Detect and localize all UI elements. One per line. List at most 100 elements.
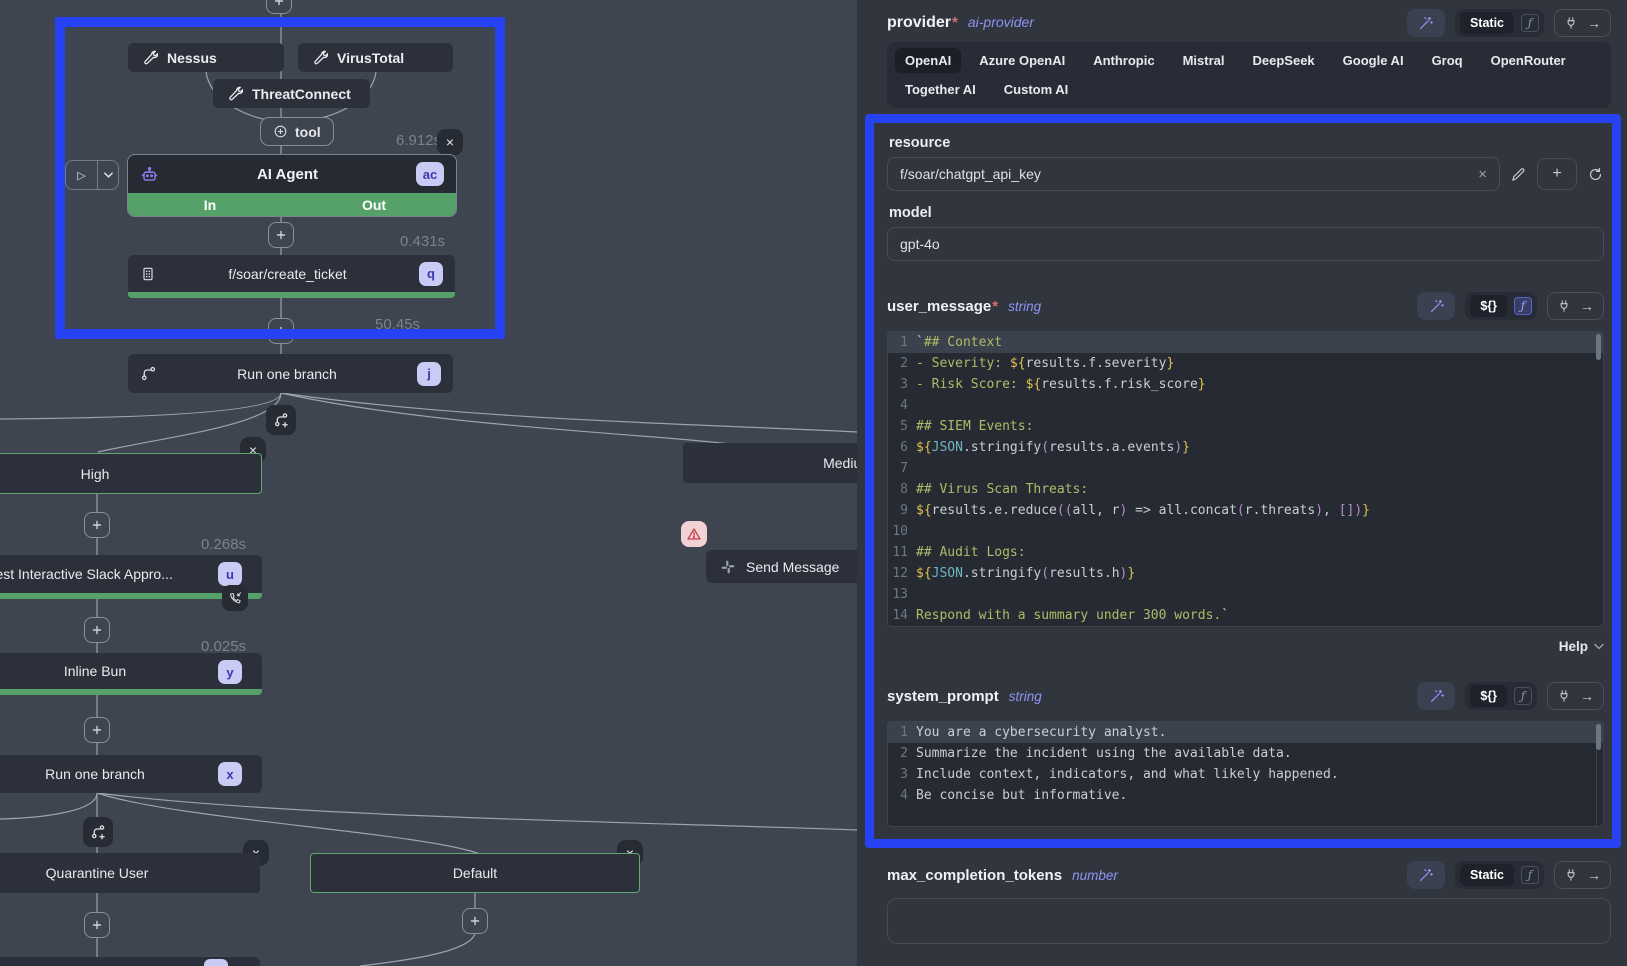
tool-chip-nessus[interactable]: Nessus <box>128 43 284 72</box>
field-provider-header: provider* ai-provider Static ƒ <box>887 8 1611 38</box>
add-resource-button[interactable]: + <box>1537 158 1577 190</box>
provider-tab-groq[interactable]: Groq <box>1422 48 1473 73</box>
node-title: Run one branch <box>0 766 250 782</box>
expression-mode-label[interactable]: ${} <box>1470 295 1507 317</box>
node-run-one-branch-2[interactable]: Run one branch x <box>0 755 262 793</box>
chevron-down-icon[interactable] <box>98 161 118 189</box>
play-icon[interactable]: ▷ <box>66 161 97 189</box>
help-toggle[interactable]: Help <box>887 635 1604 657</box>
provider-tab-openai[interactable]: OpenAI <box>895 48 961 73</box>
case-label: High <box>81 466 110 482</box>
ai-autofill-button[interactable] <box>1407 861 1445 889</box>
system-prompt-code-editor[interactable]: 1You are a cybersecurity analyst.2Summar… <box>887 721 1604 827</box>
scrollbar-thumb[interactable] <box>1596 724 1601 750</box>
static-mode-label[interactable]: Static <box>1460 12 1514 34</box>
add-branch-button-2[interactable] <box>83 817 113 847</box>
node-create-ticket[interactable]: f/soar/create_ticket q <box>128 255 455 298</box>
mode-toggle-static[interactable]: Static ƒ <box>1455 9 1544 37</box>
node-ref-badge: j <box>417 362 441 386</box>
provider-tab-together-ai[interactable]: Together AI <box>895 77 986 102</box>
provider-tab-deepseek[interactable]: DeepSeek <box>1243 48 1325 73</box>
node-inline-bun[interactable]: Inline Bun y <box>0 653 262 695</box>
scrollbar-thumb[interactable] <box>1596 334 1601 360</box>
arrow-right-icon[interactable]: → <box>1587 15 1601 31</box>
tool-chip-threatconnect[interactable]: ThreatConnect <box>213 79 370 108</box>
user-message-code-editor[interactable]: 1`## Context2- Severity: ${results.f.sev… <box>887 331 1604 627</box>
add-node-connector-default[interactable] <box>462 908 488 934</box>
case-box-default[interactable]: Default <box>310 853 640 893</box>
clear-icon[interactable]: × <box>1478 166 1487 183</box>
resource-input[interactable]: f/soar/chatgpt_api_key × <box>887 157 1500 191</box>
callback-phone-icon[interactable] <box>222 585 248 611</box>
expression-mode-label[interactable]: ${} <box>1470 685 1507 707</box>
code-line: 2- Severity: ${results.f.severity} <box>888 353 1603 374</box>
ai-autofill-button[interactable] <box>1417 292 1455 320</box>
resource-label: resource <box>889 135 1604 151</box>
plug-icon[interactable] <box>1557 299 1571 313</box>
provider-tab-openrouter[interactable]: OpenRouter <box>1481 48 1576 73</box>
max-tokens-input[interactable] <box>887 898 1611 944</box>
agent-out-tab[interactable]: Out <box>292 193 456 216</box>
io-controls[interactable]: → <box>1547 682 1604 710</box>
mode-toggle-expression[interactable]: ${} ƒ <box>1465 292 1537 320</box>
add-node-connector-bun[interactable] <box>84 717 110 743</box>
case-box-medium[interactable]: Medium <box>683 443 857 483</box>
close-icon-agent-group[interactable]: × <box>437 129 463 155</box>
duration-slack: 0.268s <box>201 536 246 553</box>
provider-tab-mistral[interactable]: Mistral <box>1173 48 1235 73</box>
tool-chip-label: VirusTotal <box>337 50 404 66</box>
function-mode-icon[interactable]: ƒ <box>1514 297 1532 315</box>
function-mode-icon[interactable]: ƒ <box>1521 14 1539 32</box>
tool-chip-label: ThreatConnect <box>252 86 351 102</box>
provider-tab-custom-ai[interactable]: Custom AI <box>994 77 1079 102</box>
refresh-icon[interactable] <box>1587 166 1604 183</box>
mode-toggle-expression[interactable]: ${} ƒ <box>1465 682 1537 710</box>
add-branch-button[interactable] <box>266 405 296 435</box>
plug-icon[interactable] <box>1564 868 1578 882</box>
node-title: f/soar/create_ticket <box>156 266 419 282</box>
run-node-button[interactable]: ▷ <box>65 160 119 190</box>
case-box-high[interactable]: High <box>0 453 262 494</box>
help-label[interactable]: Help <box>1559 639 1588 654</box>
add-node-connector-high[interactable] <box>84 512 110 538</box>
add-node-connector-quarantine[interactable] <box>84 912 110 938</box>
static-mode-label[interactable]: Static <box>1460 864 1514 886</box>
add-node-connector-top[interactable] <box>266 0 292 14</box>
node-run-one-branch-1[interactable]: Run one branch j <box>128 354 453 393</box>
arrow-right-icon[interactable]: → <box>1580 688 1594 704</box>
provider-tab-anthropic[interactable]: Anthropic <box>1083 48 1164 73</box>
node-ai-agent[interactable]: AI Agent ac In Out <box>127 154 457 217</box>
success-bar <box>0 689 262 695</box>
io-controls[interactable]: → <box>1554 9 1611 37</box>
arrow-right-icon[interactable]: → <box>1587 867 1601 883</box>
function-mode-icon[interactable]: ƒ <box>1521 866 1539 884</box>
code-line: 7 <box>888 458 1603 479</box>
tool-handle[interactable]: tool <box>260 117 334 146</box>
provider-tab-google-ai[interactable]: Google AI <box>1333 48 1414 73</box>
plug-icon[interactable] <box>1557 689 1571 703</box>
code-line: 2Summarize the incident using the availa… <box>888 743 1603 764</box>
node-title: Send Message <box>746 559 839 575</box>
workflow-canvas[interactable]: 6.912s 0.431s 50.45s 0.268s 0.025s × × ×… <box>0 0 857 966</box>
agent-in-tab[interactable]: In <box>128 193 292 216</box>
edit-pencil-icon[interactable] <box>1510 166 1527 183</box>
case-box-quarantine[interactable]: Quarantine User <box>0 853 260 893</box>
node-partial-bottom[interactable] <box>0 957 260 966</box>
ai-autofill-button[interactable] <box>1417 682 1455 710</box>
io-controls[interactable]: → <box>1547 292 1604 320</box>
agent-io-bar[interactable]: In Out <box>128 193 456 216</box>
function-mode-icon[interactable]: ƒ <box>1514 687 1532 705</box>
code-line: 4 <box>888 395 1603 416</box>
add-node-connector-slack[interactable] <box>84 617 110 643</box>
io-controls[interactable]: → <box>1554 861 1611 889</box>
model-input[interactable]: gpt-4o <box>887 227 1604 261</box>
code-line: 3Include context, indicators, and what l… <box>888 764 1603 785</box>
ai-autofill-button[interactable] <box>1407 9 1445 37</box>
arrow-right-icon[interactable]: → <box>1580 298 1594 314</box>
provider-tab-azure-openai[interactable]: Azure OpenAI <box>969 48 1075 73</box>
node-send-message[interactable]: Send Message <box>706 550 857 583</box>
tool-chip-virustotal[interactable]: VirusTotal <box>298 43 453 72</box>
model-value: gpt-4o <box>900 236 1591 252</box>
mode-toggle-static[interactable]: Static ƒ <box>1455 861 1544 889</box>
plug-icon[interactable] <box>1564 16 1578 30</box>
